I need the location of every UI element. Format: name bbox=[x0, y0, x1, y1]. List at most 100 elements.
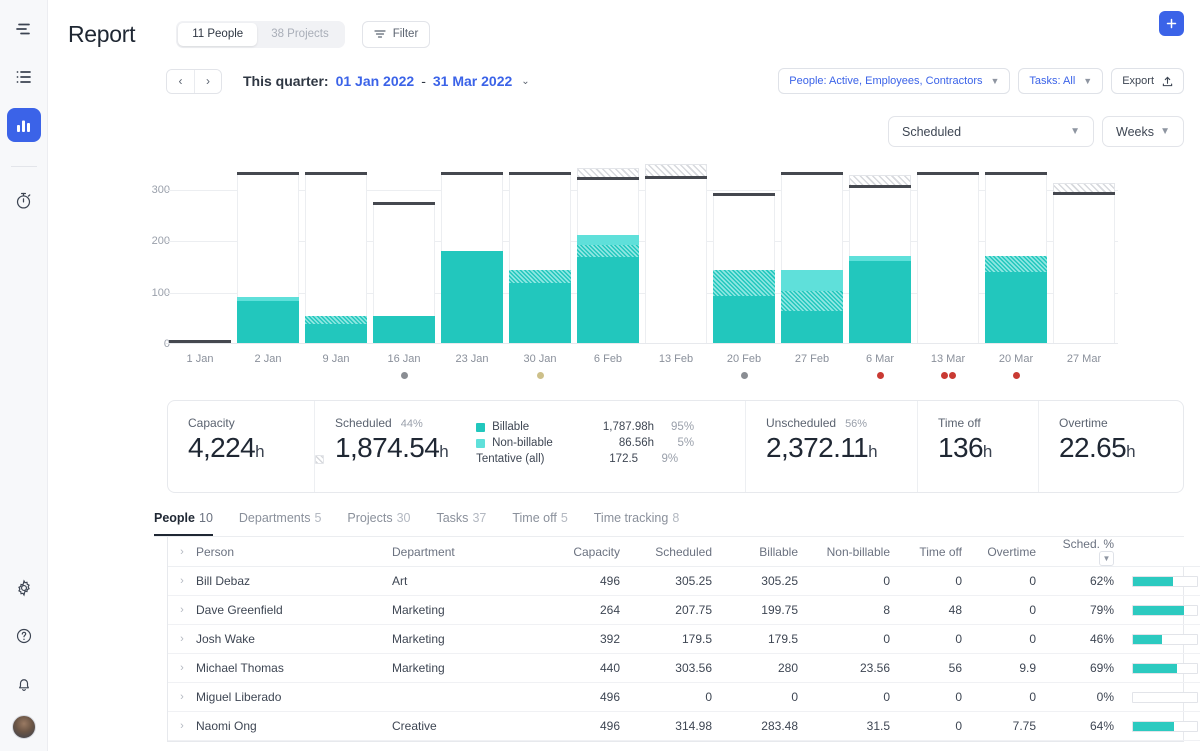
x-axis-column: 2 Jan bbox=[234, 353, 302, 382]
chart-bar-group[interactable] bbox=[710, 169, 778, 343]
table-row[interactable]: ›Michael ThomasMarketing440303.5628023.5… bbox=[168, 654, 1200, 683]
expand-all-toggle[interactable]: › bbox=[168, 537, 196, 567]
timeoff-marker-dot[interactable] bbox=[1013, 372, 1020, 379]
card-unscheduled-number: 2,372.11 bbox=[766, 432, 868, 463]
col-nonbillable[interactable]: Non-billable bbox=[808, 537, 900, 567]
billable-segment bbox=[577, 257, 639, 343]
sidebar-item-notifications[interactable] bbox=[7, 667, 41, 701]
table-row[interactable]: ›Dave GreenfieldMarketing264207.75199.75… bbox=[168, 596, 1200, 625]
segment-projects[interactable]: 38 Projects bbox=[257, 23, 343, 46]
tab-projects[interactable]: Projects30 bbox=[347, 511, 410, 536]
tab-people[interactable]: People10 bbox=[154, 511, 213, 536]
row-expand-chevron-right-icon[interactable]: › bbox=[168, 654, 196, 683]
timeoff-marker-dot[interactable] bbox=[401, 372, 408, 379]
tab-time-off[interactable]: Time off5 bbox=[512, 511, 567, 536]
timeoff-marker-dot[interactable] bbox=[949, 372, 956, 379]
table-row[interactable]: ›Josh WakeMarketing392179.5179.500046% bbox=[168, 625, 1200, 654]
chart-controls: Scheduled ▼ Weeks ▼ bbox=[48, 96, 1200, 147]
x-axis-column: 1 Jan bbox=[166, 353, 234, 382]
x-tick-label: 6 Mar bbox=[846, 353, 914, 365]
chart-bar-group[interactable] bbox=[302, 169, 370, 343]
col-department[interactable]: Department bbox=[392, 537, 544, 567]
tentative-scheduled-segment bbox=[305, 316, 367, 324]
entity-segmented-control: 11 People 38 Projects bbox=[176, 21, 344, 48]
filter-button[interactable]: Filter bbox=[362, 21, 431, 48]
capacity-rule bbox=[441, 172, 503, 175]
col-person[interactable]: Person bbox=[196, 537, 392, 567]
sidebar-item-timesheets[interactable] bbox=[7, 183, 41, 217]
marker-group bbox=[710, 372, 778, 382]
chart-bar-group[interactable] bbox=[506, 169, 574, 343]
cell-timeoff: 0 bbox=[900, 712, 972, 741]
chart-bar-group[interactable] bbox=[914, 169, 982, 343]
chart-bar-group[interactable] bbox=[1050, 169, 1118, 343]
table-row[interactable]: ›Naomi OngCreative496314.98283.4831.507.… bbox=[168, 712, 1200, 741]
card-unscheduled-label: Unscheduled bbox=[766, 416, 836, 430]
sidebar-item-projects[interactable] bbox=[7, 60, 41, 94]
row-expand-chevron-right-icon[interactable]: › bbox=[168, 596, 196, 625]
tab-tasks[interactable]: Tasks37 bbox=[436, 511, 486, 536]
x-axis-column: 9 Jan bbox=[302, 353, 370, 382]
people-filter-dropdown[interactable]: People: Active, Employees, Contractors ▼ bbox=[778, 68, 1010, 94]
chart-bar-group[interactable] bbox=[846, 169, 914, 343]
sidebar-item-reports[interactable] bbox=[7, 108, 41, 142]
bar-inner bbox=[781, 169, 843, 343]
row-expand-chevron-right-icon[interactable]: › bbox=[168, 567, 196, 596]
cell-progress bbox=[1124, 567, 1200, 596]
range-dropdown-chevron-down-icon[interactable]: ⌄ bbox=[521, 76, 529, 87]
timeoff-marker-dot[interactable] bbox=[741, 372, 748, 379]
sidebar-item-settings[interactable] bbox=[7, 571, 41, 605]
add-button[interactable] bbox=[1159, 11, 1184, 36]
row-expand-chevron-right-icon[interactable]: › bbox=[168, 625, 196, 654]
tab-time-tracking[interactable]: Time tracking8 bbox=[594, 511, 680, 536]
chart-bar-group[interactable] bbox=[574, 169, 642, 343]
marker-group bbox=[642, 372, 710, 382]
row-expand-chevron-right-icon[interactable]: › bbox=[168, 712, 196, 741]
card-overtime-unit: h bbox=[1126, 442, 1135, 461]
bar-inner bbox=[305, 169, 367, 343]
card-scheduled-value: 1,874.54h bbox=[335, 432, 448, 464]
bar-inner bbox=[985, 169, 1047, 343]
timeoff-marker-dot[interactable] bbox=[537, 372, 544, 379]
avatar[interactable] bbox=[12, 715, 36, 739]
tentative-scheduled-segment bbox=[985, 256, 1047, 272]
chart-bar-group[interactable] bbox=[642, 169, 710, 343]
sidebar-item-help[interactable] bbox=[7, 619, 41, 653]
range-end-date[interactable]: 31 Mar 2022 bbox=[433, 73, 512, 89]
col-sched-pct[interactable]: Sched. %▼ bbox=[1046, 537, 1124, 567]
tasks-filter-dropdown[interactable]: Tasks: All ▼ bbox=[1018, 68, 1103, 94]
next-period-button[interactable]: › bbox=[194, 70, 221, 93]
sidebar-item-schedule[interactable] bbox=[7, 12, 41, 46]
cell-timeoff: 56 bbox=[900, 654, 972, 683]
cell-sched-pct: 62% bbox=[1046, 567, 1124, 596]
timeoff-marker-dot[interactable] bbox=[941, 372, 948, 379]
chart-bar-group[interactable] bbox=[438, 169, 506, 343]
chart-bar-group[interactable] bbox=[234, 169, 302, 343]
timeoff-marker-dot[interactable] bbox=[877, 372, 884, 379]
prev-period-button[interactable]: ‹ bbox=[167, 70, 194, 93]
col-capacity[interactable]: Capacity bbox=[544, 537, 630, 567]
col-billable[interactable]: Billable bbox=[722, 537, 808, 567]
range-start-date[interactable]: 01 Jan 2022 bbox=[336, 73, 415, 89]
chart-bar-group[interactable] bbox=[166, 169, 234, 343]
metric-select[interactable]: Scheduled ▼ bbox=[888, 116, 1094, 147]
cell-scheduled: 0 bbox=[630, 683, 722, 712]
tab-departments[interactable]: Departments5 bbox=[239, 511, 322, 536]
table-row[interactable]: ›Miguel Liberado496000000% bbox=[168, 683, 1200, 712]
chart-bar-group[interactable] bbox=[982, 169, 1050, 343]
col-scheduled[interactable]: Scheduled bbox=[630, 537, 722, 567]
card-scheduled: Scheduled 44% 1,874.54h Billable 1,787.9… bbox=[314, 401, 745, 492]
chart-bar-group[interactable] bbox=[370, 169, 438, 343]
export-button[interactable]: Export bbox=[1111, 68, 1184, 94]
col-timeoff[interactable]: Time off bbox=[900, 537, 972, 567]
column-options-chevron-down-icon[interactable]: ▼ bbox=[1099, 551, 1114, 566]
segment-people[interactable]: 11 People bbox=[178, 23, 257, 46]
col-overtime[interactable]: Overtime bbox=[972, 537, 1046, 567]
granularity-select[interactable]: Weeks ▼ bbox=[1102, 116, 1184, 147]
list-icon bbox=[15, 68, 33, 86]
sidebar bbox=[0, 0, 48, 751]
row-expand-chevron-right-icon[interactable]: › bbox=[168, 683, 196, 712]
chart-bar-group[interactable] bbox=[778, 169, 846, 343]
table-row[interactable]: ›Bill DebazArt496305.25305.2500062% bbox=[168, 567, 1200, 596]
bar-inner bbox=[577, 169, 639, 343]
